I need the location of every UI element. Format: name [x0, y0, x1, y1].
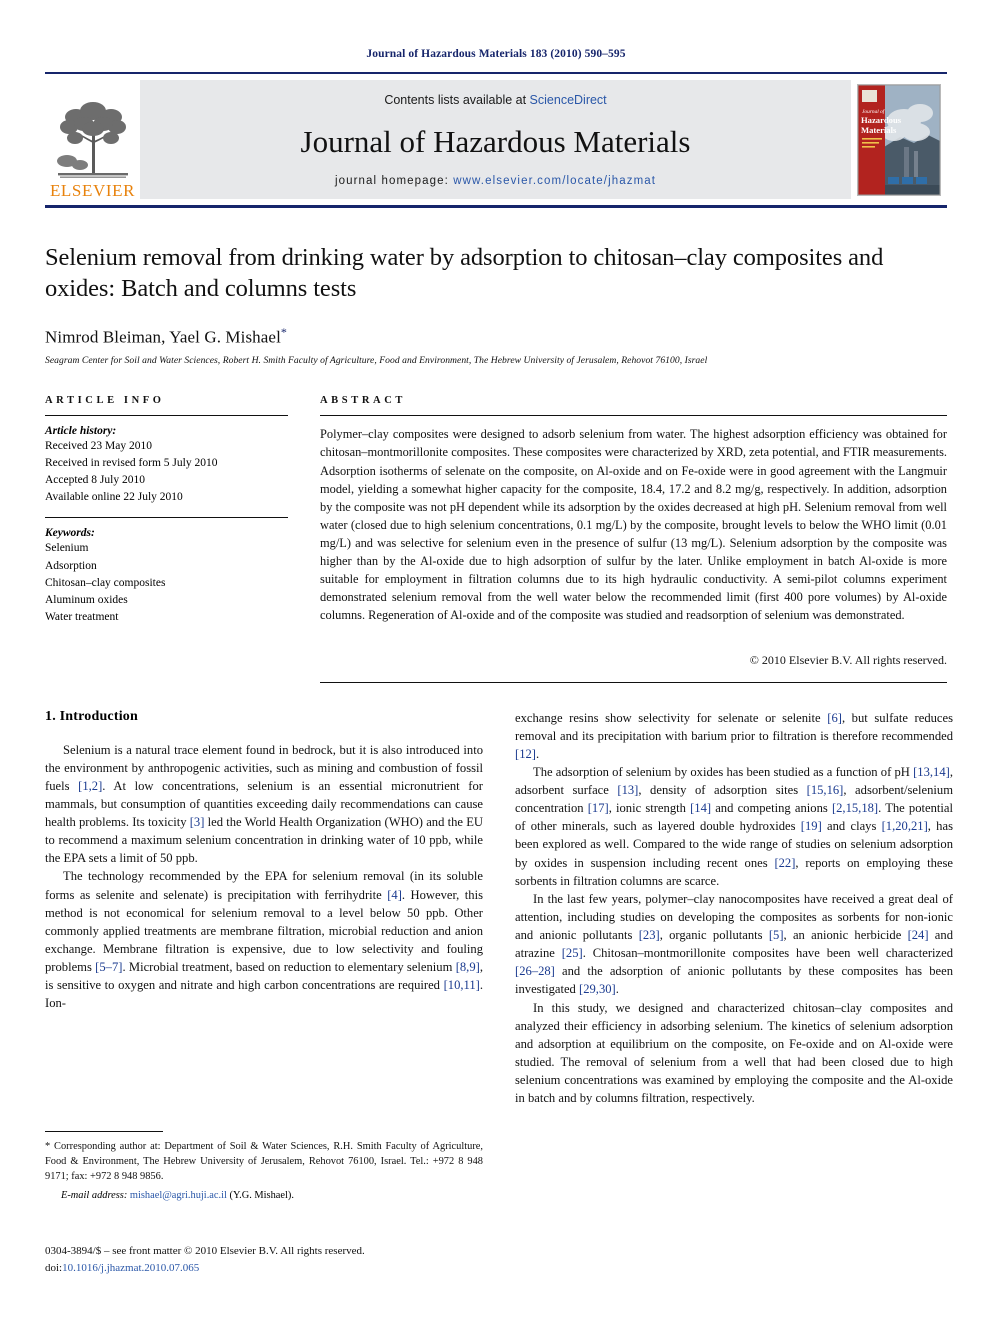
author-names: Nimrod Bleiman, Yael G. Mishael [45, 327, 281, 347]
section-heading-introduction: 1. Introduction [45, 708, 138, 724]
body-column-left: 1. Introduction Selenium is a natural tr… [45, 709, 483, 1108]
history-item: Accepted 8 July 2010 [45, 474, 145, 487]
journal-name: Journal of Hazardous Materials [300, 123, 691, 159]
issn-line: 0304-3894/$ – see front matter © 2010 El… [45, 1245, 365, 1257]
elsevier-logo: ELSEVIER [45, 74, 140, 205]
elsevier-tree-icon [53, 97, 132, 181]
copyright-line: © 2010 Elsevier B.V. All rights reserved… [749, 652, 947, 667]
body-column-right: exchange resins show selectivity for sel… [515, 709, 953, 1108]
keyword-item: Adsorption [45, 559, 97, 572]
abstract-text: Polymer–clay composites were designed to… [320, 427, 947, 623]
homepage-label: journal homepage: [334, 175, 449, 187]
paragraph: The adsorption of selenium by oxides has… [515, 764, 954, 888]
info-abstract-region: ARTICLE INFO Article history: Received 2… [45, 366, 947, 683]
page-title: Selenium removal from drinking water by … [45, 244, 884, 303]
journal-title-band: Contents lists available at ScienceDirec… [140, 80, 851, 199]
divider [45, 415, 288, 417]
history-item: Received in revised form 5 July 2010 [45, 457, 218, 470]
affiliation: Seagram Center for Soil and Water Scienc… [45, 355, 708, 367]
paragraph: In the last few years, polymer–clay nano… [515, 891, 953, 997]
keyword-item: Chitosan–clay composites [45, 576, 166, 589]
history-item: Received 23 May 2010 [45, 440, 152, 453]
footnote-divider [45, 1131, 163, 1132]
keywords-label: Keywords: [45, 527, 95, 540]
imprint-region: 0304-3894/$ – see front matter © 2010 El… [45, 1243, 505, 1276]
article-history-label: Article history: [45, 425, 117, 438]
svg-text:Journal of: Journal of [862, 108, 886, 115]
keyword-item: Selenium [45, 542, 89, 555]
article-page: Journal of Hazardous Materials 183 (2010… [0, 0, 992, 1323]
email-note: E-mail address: mishael@agri.huji.ac.il … [45, 1190, 483, 1201]
doi-line: doi:10.1016/j.jhazmat.2010.07.065 [45, 1260, 505, 1277]
corresponding-author-marker: * [280, 324, 287, 339]
sciencedirect-link[interactable]: ScienceDirect [530, 93, 607, 107]
doi-link[interactable]: 10.1016/j.jhazmat.2010.07.065 [62, 1262, 199, 1274]
contents-prefix: Contents lists available at [384, 93, 530, 107]
corresponding-author-note: * Corresponding author at: Department of… [45, 1141, 483, 1183]
journal-masthead: ELSEVIER Contents lists available at Sci… [45, 72, 947, 208]
article-info-heading: ARTICLE INFO [45, 395, 165, 407]
svg-text:Hazardous: Hazardous [861, 115, 902, 125]
paragraph: In this study, we designed and character… [515, 1000, 953, 1106]
divider [320, 415, 947, 417]
paragraph: Selenium is a natural trace element foun… [45, 742, 483, 866]
elsevier-wordmark: ELSEVIER [49, 181, 136, 200]
svg-text:Materials: Materials [861, 125, 897, 135]
title-block: Selenium removal from drinking water by … [45, 208, 947, 366]
journal-cover-thumbnail[interactable]: Journal of Hazardous Materials [851, 74, 947, 205]
running-head: Journal of Hazardous Materials 183 (2010… [366, 48, 626, 60]
abstract-column: ABSTRACT Polymer–clay composites were de… [320, 395, 947, 683]
author-list: Nimrod Bleiman, Yael G. Mishael* [45, 325, 947, 348]
divider [45, 517, 288, 519]
abstract-heading: ABSTRACT [320, 395, 406, 407]
email-link[interactable]: mishael@agri.huji.ac.il [130, 1190, 227, 1201]
email-label: E-mail address: [61, 1190, 128, 1202]
body-region: 1. Introduction Selenium is a natural tr… [45, 683, 953, 1108]
doi-label: doi: [45, 1261, 63, 1274]
email-owner: (Y.G. Mishael). [229, 1190, 294, 1202]
contents-available-line: Contents lists available at ScienceDirec… [384, 93, 606, 107]
keyword-item: Aluminum oxides [45, 594, 128, 607]
journal-homepage-line: journal homepage: www.elsevier.com/locat… [335, 175, 656, 187]
history-item: Available online 22 July 2010 [45, 491, 183, 504]
keyword-item: Water treatment [45, 611, 119, 624]
homepage-url-link[interactable]: www.elsevier.com/locate/jhazmat [453, 175, 656, 187]
divider [320, 681, 947, 683]
paragraph: The technology recommended by the EPA fo… [45, 869, 483, 1011]
footnote-region: * Corresponding author at: Department of… [45, 1131, 483, 1201]
article-info-column: ARTICLE INFO Article history: Received 2… [45, 395, 288, 682]
paragraph: exchange resins show selectivity for sel… [515, 710, 953, 761]
journal-cover-image: Journal of Hazardous Materials [857, 83, 941, 196]
